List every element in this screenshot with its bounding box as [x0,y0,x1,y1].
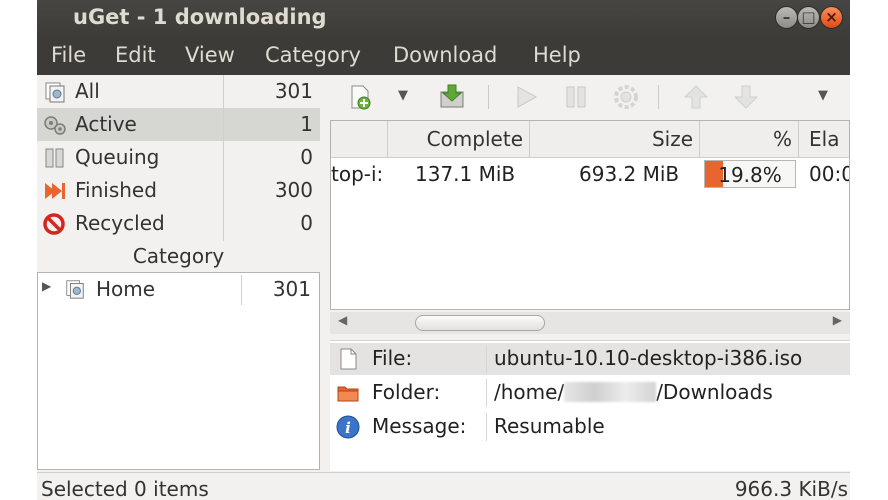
status-download-speed: 966.3 KiB/s [734,477,848,500]
horizontal-scrollbar[interactable]: ◀ ▶ [330,312,850,334]
download-icon[interactable] [438,83,466,111]
status-bar: Selected 0 items 966.3 KiB/s [37,472,850,500]
scroll-right-icon[interactable]: ▶ [833,313,842,327]
download-list-header: Complete Size % Ela [331,121,849,158]
status-label: Recycled [75,211,165,235]
pane-divider[interactable] [320,75,330,470]
play-icon[interactable] [512,83,540,111]
scroll-left-icon[interactable]: ◀ [338,313,347,327]
column-separator [486,345,487,373]
info-folder-value: /home/ /Downloads [494,380,773,404]
toolbar-separator [488,85,489,109]
toolbar: ▼ ▼ [322,75,850,120]
status-label: Active [75,112,137,136]
left-panel: All 301 Active 1 Queuing 0 Finished 300 … [37,75,320,470]
column-separator [486,379,487,407]
folder-path-end: /Downloads [656,380,773,404]
folder-icon [337,386,359,402]
info-message-row: i Message: Resumable [330,411,850,443]
all-icon [45,82,65,103]
download-row[interactable]: top-i: 137.1 MiB 693.2 MiB 19.8% 00:0 [331,158,850,192]
download-elapsed: 00:0 [809,162,850,186]
column-separator [223,75,224,241]
menu-download[interactable]: Download [393,43,497,67]
info-folder-label: Folder: [372,380,441,404]
maximize-button[interactable]: □ [797,6,820,29]
info-message-value: Resumable [494,414,605,438]
status-label: All [75,79,100,103]
status-count: 0 [300,145,313,169]
file-icon [340,348,357,370]
expander-icon[interactable]: ▶ [42,279,51,293]
category-count: 301 [272,277,311,301]
column-separator [241,275,242,305]
recycled-icon [43,213,65,235]
redacted-username [564,382,657,402]
status-selected-items: Selected 0 items [41,477,209,500]
column-header-elapsed[interactable]: Ela [799,121,849,157]
column-header-complete[interactable]: Complete [388,121,530,157]
info-message-label: Message: [372,414,467,438]
new-download-icon[interactable] [346,83,374,111]
active-icon [44,116,66,135]
info-icon: i [336,415,360,439]
category-label: Home [96,277,156,301]
column-separator [486,413,487,441]
column-header-percent[interactable]: % [700,121,799,157]
menu-help[interactable]: Help [533,43,581,67]
menu-view[interactable]: View [185,43,235,67]
status-finished[interactable]: Finished 300 [37,174,320,207]
toolbar-overflow-chevron-icon[interactable]: ▼ [818,88,828,103]
category-tree: ▶ Home 301 [37,272,320,470]
status-count: 0 [300,211,313,235]
info-file-value: ubuntu-10.10-desktop-i386.iso [494,346,803,370]
toolbar-separator [658,85,659,109]
download-list: Complete Size % Ela top-i: 137.1 MiB 693… [330,120,850,310]
queuing-icon [45,148,64,168]
category-item-home[interactable]: ▶ Home 301 [38,273,319,306]
status-count: 1 [300,112,313,136]
close-button[interactable]: × [820,6,843,29]
download-info-panel: File: ubuntu-10.10-desktop-i386.iso Fold… [330,340,850,471]
scrollbar-thumb[interactable] [415,315,545,331]
window-title: uGet - 1 downloading [73,5,327,29]
column-header-size[interactable]: Size [530,121,700,157]
finished-icon [45,183,65,199]
category-header: Category [132,244,225,268]
new-menu-chevron-icon[interactable]: ▼ [398,88,408,103]
pause-icon[interactable] [562,83,590,111]
status-all[interactable]: All 301 [37,75,320,108]
download-progress-bar: 19.8% [704,160,796,188]
folder-path-start: /home/ [494,380,565,404]
menu-bar: File Edit View Category Download Help [37,38,850,75]
menu-file[interactable]: File [51,43,86,67]
status-recycled[interactable]: Recycled 0 [37,207,320,240]
download-name: top-i: [331,162,384,186]
settings-gear-icon[interactable] [612,83,640,111]
minimize-button[interactable]: – [775,6,798,29]
category-icon [66,280,84,299]
move-down-icon[interactable] [732,83,760,111]
status-count: 301 [274,79,313,103]
column-header-name[interactable] [331,121,388,157]
app-window: uGet - 1 downloading – □ × File Edit Vie… [37,0,850,500]
info-file-label: File: [372,346,413,370]
download-complete: 137.1 MiB [415,162,516,186]
menu-edit[interactable]: Edit [115,43,156,67]
status-label: Finished [75,178,157,202]
status-active[interactable]: Active 1 [37,108,320,141]
move-up-icon[interactable] [682,83,710,111]
download-size: 693.2 MiB [579,162,680,186]
info-file-row: File: ubuntu-10.10-desktop-i386.iso [330,343,850,375]
info-folder-row: Folder: /home/ /Downloads [330,377,850,409]
status-queuing[interactable]: Queuing 0 [37,141,320,174]
status-count: 300 [274,178,313,202]
title-bar[interactable]: uGet - 1 downloading – □ × [37,0,850,38]
svg-text:i: i [345,419,351,437]
menu-category[interactable]: Category [265,43,361,67]
download-percent: 19.8% [718,163,782,187]
status-label: Queuing [75,145,160,169]
